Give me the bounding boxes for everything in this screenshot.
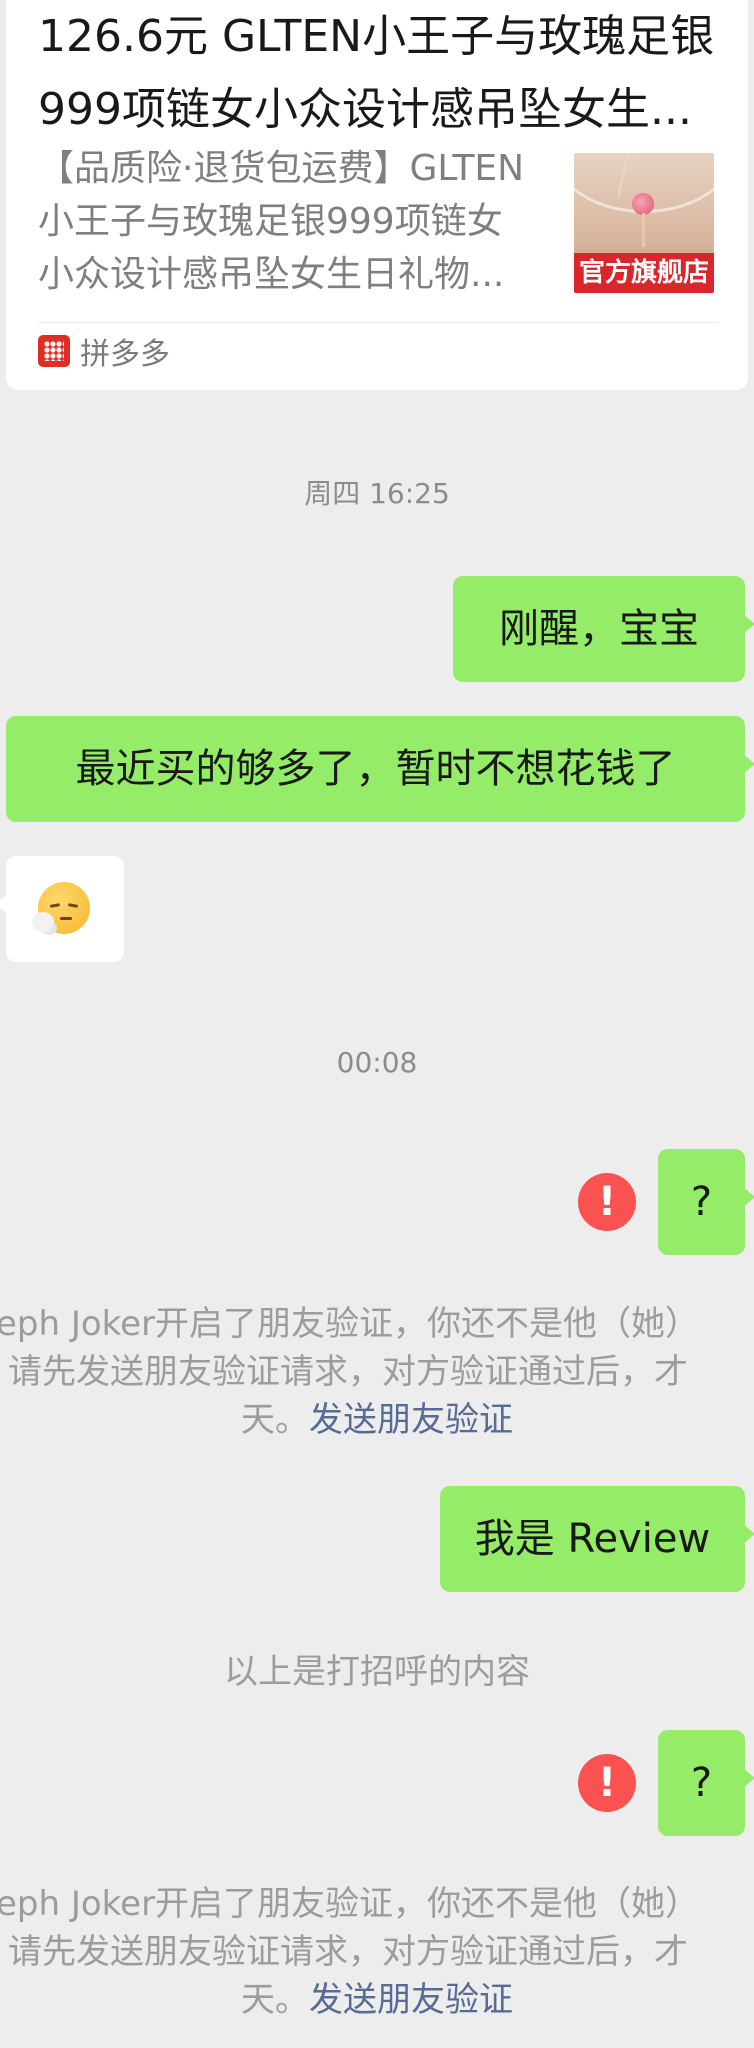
send-failed-icon[interactable]: !	[578, 1173, 636, 1231]
friend-verification-notice: eph Joker开启了朋友验证，你还不是他（她） 请先发送朋友验证请求，对方验…	[0, 1884, 700, 2020]
sent-message-bubble[interactable]: ?	[658, 1149, 754, 1255]
card-source: 拼多多	[80, 337, 170, 372]
received-message-bubble[interactable]	[0, 856, 124, 962]
greeting-note: 以上是打招呼的内容	[224, 1652, 530, 1692]
sent-message-bubble[interactable]: 我是 Review	[440, 1486, 754, 1592]
sent-message-bubble[interactable]: 刚醒，宝宝	[453, 576, 754, 682]
product-thumbnail: 官方旗舰店	[574, 153, 714, 293]
send-failed-icon[interactable]: !	[578, 1754, 636, 1812]
official-store-badge: 官方旗舰店	[574, 253, 714, 293]
link-card[interactable]: 126.6元 GLTEN小王子与玫瑰足银999项链女小众设计感吊坠女生... 【…	[6, 0, 748, 390]
sent-message-bubble[interactable]: 最近买的够多了，暂时不想花钱了	[6, 716, 754, 822]
rose-pendant-icon	[632, 193, 654, 215]
send-verification-link[interactable]: 发送朋友验证	[309, 1980, 513, 2020]
card-title: 126.6元 GLTEN小王子与玫瑰足银999项链女小众设计感吊坠女生...	[38, 11, 715, 135]
timestamp: 00:08	[336, 1046, 418, 1079]
friend-verification-notice: eph Joker开启了朋友验证，你还不是他（她） 请先发送朋友验证请求，对方验…	[0, 1304, 700, 1440]
send-verification-link[interactable]: 发送朋友验证	[309, 1400, 513, 1440]
card-description: 【品质险·退货包运费】GLTEN小王子与玫瑰足银999项链女小众设计感吊坠女生日…	[38, 148, 525, 295]
card-divider	[38, 322, 718, 323]
sighing-face-emoji-icon	[32, 882, 90, 934]
timestamp: 周四 16:25	[304, 477, 450, 510]
card-footer: 拼多多	[38, 326, 170, 376]
sent-message-bubble[interactable]: ?	[658, 1730, 754, 1836]
pinduoduo-logo-icon	[38, 335, 70, 367]
